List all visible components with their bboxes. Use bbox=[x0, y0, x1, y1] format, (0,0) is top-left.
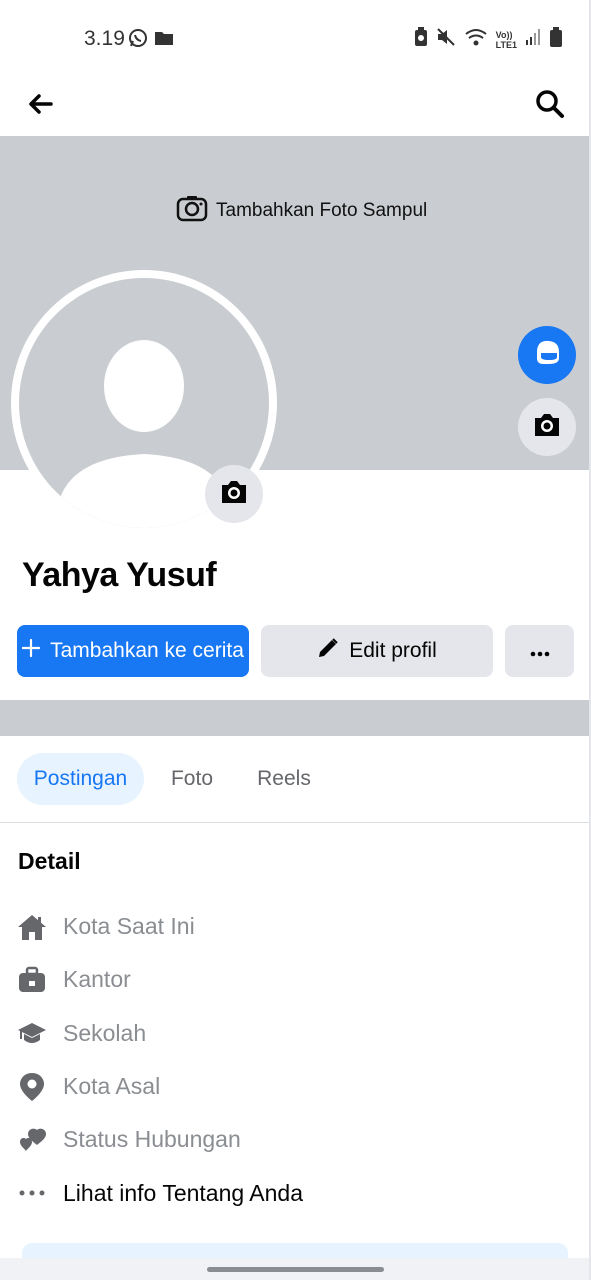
folder-icon bbox=[154, 28, 174, 53]
status-left-icons bbox=[128, 28, 174, 53]
add-to-story-label: Tambahkan ke cerita bbox=[50, 639, 244, 662]
wifi-icon bbox=[464, 27, 488, 52]
battery-saver-icon bbox=[414, 27, 428, 52]
briefcase-icon bbox=[16, 964, 48, 996]
lte-label: LTE1 bbox=[495, 39, 517, 50]
status-time: 3.19 bbox=[84, 27, 125, 50]
mute-icon bbox=[436, 27, 456, 52]
tab-reels[interactable]: Reels bbox=[246, 753, 322, 805]
detail-item-hometown[interactable]: Kota Asal bbox=[0, 1060, 591, 1113]
detail-item-see-about-info[interactable]: Lihat info Tentang Anda bbox=[0, 1166, 591, 1219]
back-button[interactable] bbox=[18, 84, 62, 128]
camera-button[interactable] bbox=[518, 398, 576, 456]
search-icon bbox=[535, 89, 565, 124]
detail-label: Status Hubungan bbox=[63, 1126, 241, 1153]
add-cover-photo-label: Tambahkan Foto Sampul bbox=[216, 200, 428, 221]
tab-postingan[interactable]: Postingan bbox=[17, 753, 144, 805]
more-options-button[interactable] bbox=[505, 625, 574, 677]
tab-label: Postingan bbox=[33, 767, 128, 790]
profile-tabs: Postingan Foto Reels bbox=[0, 736, 591, 823]
detail-item-relationship[interactable]: Status Hubungan bbox=[0, 1113, 591, 1166]
detail-label: Lihat info Tentang Anda bbox=[63, 1179, 304, 1206]
edit-profile-button[interactable]: Edit profil bbox=[261, 625, 493, 677]
more-icon bbox=[16, 1177, 48, 1209]
tab-foto[interactable]: Foto bbox=[158, 753, 226, 805]
edit-profile-label: Edit profil bbox=[349, 639, 437, 662]
section-divider bbox=[0, 700, 591, 736]
detail-label: Kantor bbox=[63, 966, 131, 993]
camera-icon bbox=[176, 194, 208, 228]
hearts-icon bbox=[16, 1124, 48, 1156]
status-right-icons: Vo)) LTE1 bbox=[414, 26, 563, 53]
volte-label: Vo)) bbox=[495, 29, 513, 40]
detail-label: Sekolah bbox=[63, 1019, 147, 1046]
detail-heading: Detail bbox=[18, 848, 81, 874]
camera-icon bbox=[532, 412, 562, 443]
detail-label: Kota Saat Ini bbox=[63, 913, 195, 940]
camera-icon bbox=[219, 479, 249, 510]
avatar-creator-button[interactable] bbox=[518, 326, 576, 384]
detail-item-school[interactable]: Sekolah bbox=[0, 1007, 591, 1060]
plus-icon bbox=[22, 638, 41, 663]
gesture-handle[interactable] bbox=[207, 1267, 384, 1272]
top-navigation bbox=[0, 78, 591, 136]
change-profile-picture-button[interactable] bbox=[205, 465, 263, 523]
more-icon bbox=[530, 639, 550, 663]
detail-list: Kota Saat Ini Kantor Sekolah Kota Asal S… bbox=[0, 900, 591, 1220]
status-bar: 3.19 Vo)) LTE1 bbox=[0, 0, 591, 78]
avatar-creator-icon bbox=[531, 338, 563, 373]
battery-icon bbox=[549, 26, 563, 53]
add-to-story-button[interactable]: Tambahkan ke cerita bbox=[17, 625, 249, 677]
profile-name: Yahya Yusuf bbox=[22, 556, 217, 594]
pencil-icon bbox=[317, 637, 339, 665]
add-cover-photo-button[interactable]: Tambahkan Foto Sampul bbox=[176, 194, 427, 228]
whatsapp-icon bbox=[128, 28, 148, 53]
graduation-cap-icon bbox=[16, 1017, 48, 1049]
arrow-left-icon bbox=[27, 93, 53, 120]
tab-label: Reels bbox=[257, 767, 311, 790]
tab-label: Foto bbox=[170, 767, 214, 790]
signal-icon bbox=[525, 27, 541, 52]
search-button[interactable] bbox=[528, 84, 572, 128]
detail-label: Kota Asal bbox=[63, 1073, 161, 1100]
location-pin-icon bbox=[16, 1071, 48, 1103]
detail-item-current-city[interactable]: Kota Saat Ini bbox=[0, 900, 591, 953]
home-icon bbox=[16, 911, 48, 943]
volte-icon: Vo)) LTE1 bbox=[496, 30, 517, 50]
detail-item-workplace[interactable]: Kantor bbox=[0, 953, 591, 1006]
